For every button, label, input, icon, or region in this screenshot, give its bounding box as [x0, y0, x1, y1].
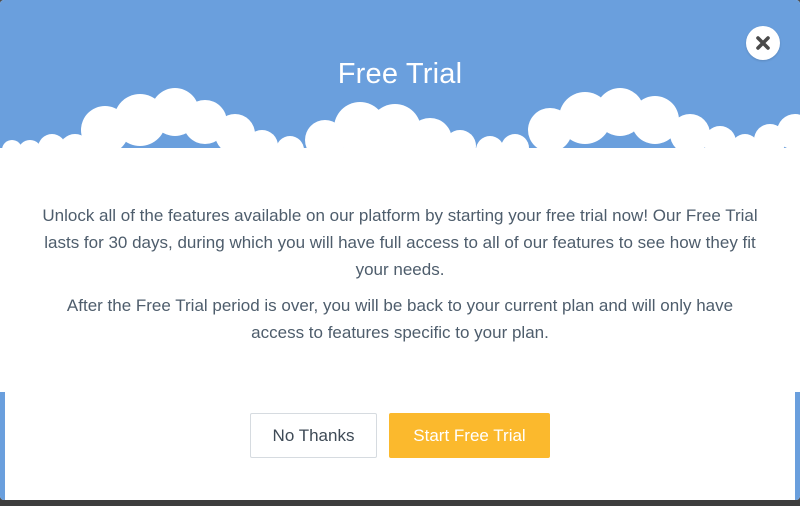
start-free-trial-button[interactable]: Start Free Trial: [389, 413, 550, 458]
dialog-header: Free Trial: [0, 0, 800, 200]
left-edge-accent: [0, 392, 5, 500]
dialog-title: Free Trial: [337, 58, 463, 90]
no-thanks-button[interactable]: No Thanks: [250, 413, 377, 458]
close-button[interactable]: [746, 26, 780, 60]
trial-description: Unlock all of the features available on …: [42, 206, 758, 279]
trial-expiry-note: After the Free Trial period is over, you…: [66, 296, 734, 342]
cloud-banner: [0, 0, 800, 200]
dialog-body: Unlock all of the features available on …: [40, 202, 760, 346]
right-edge-accent: [795, 392, 800, 500]
free-trial-dialog: Free Trial Unlock all of the features av…: [0, 0, 800, 500]
backdrop-bottom-edge: [0, 500, 800, 506]
dialog-actions: No Thanks Start Free Trial: [250, 413, 550, 458]
close-icon: [756, 36, 770, 50]
